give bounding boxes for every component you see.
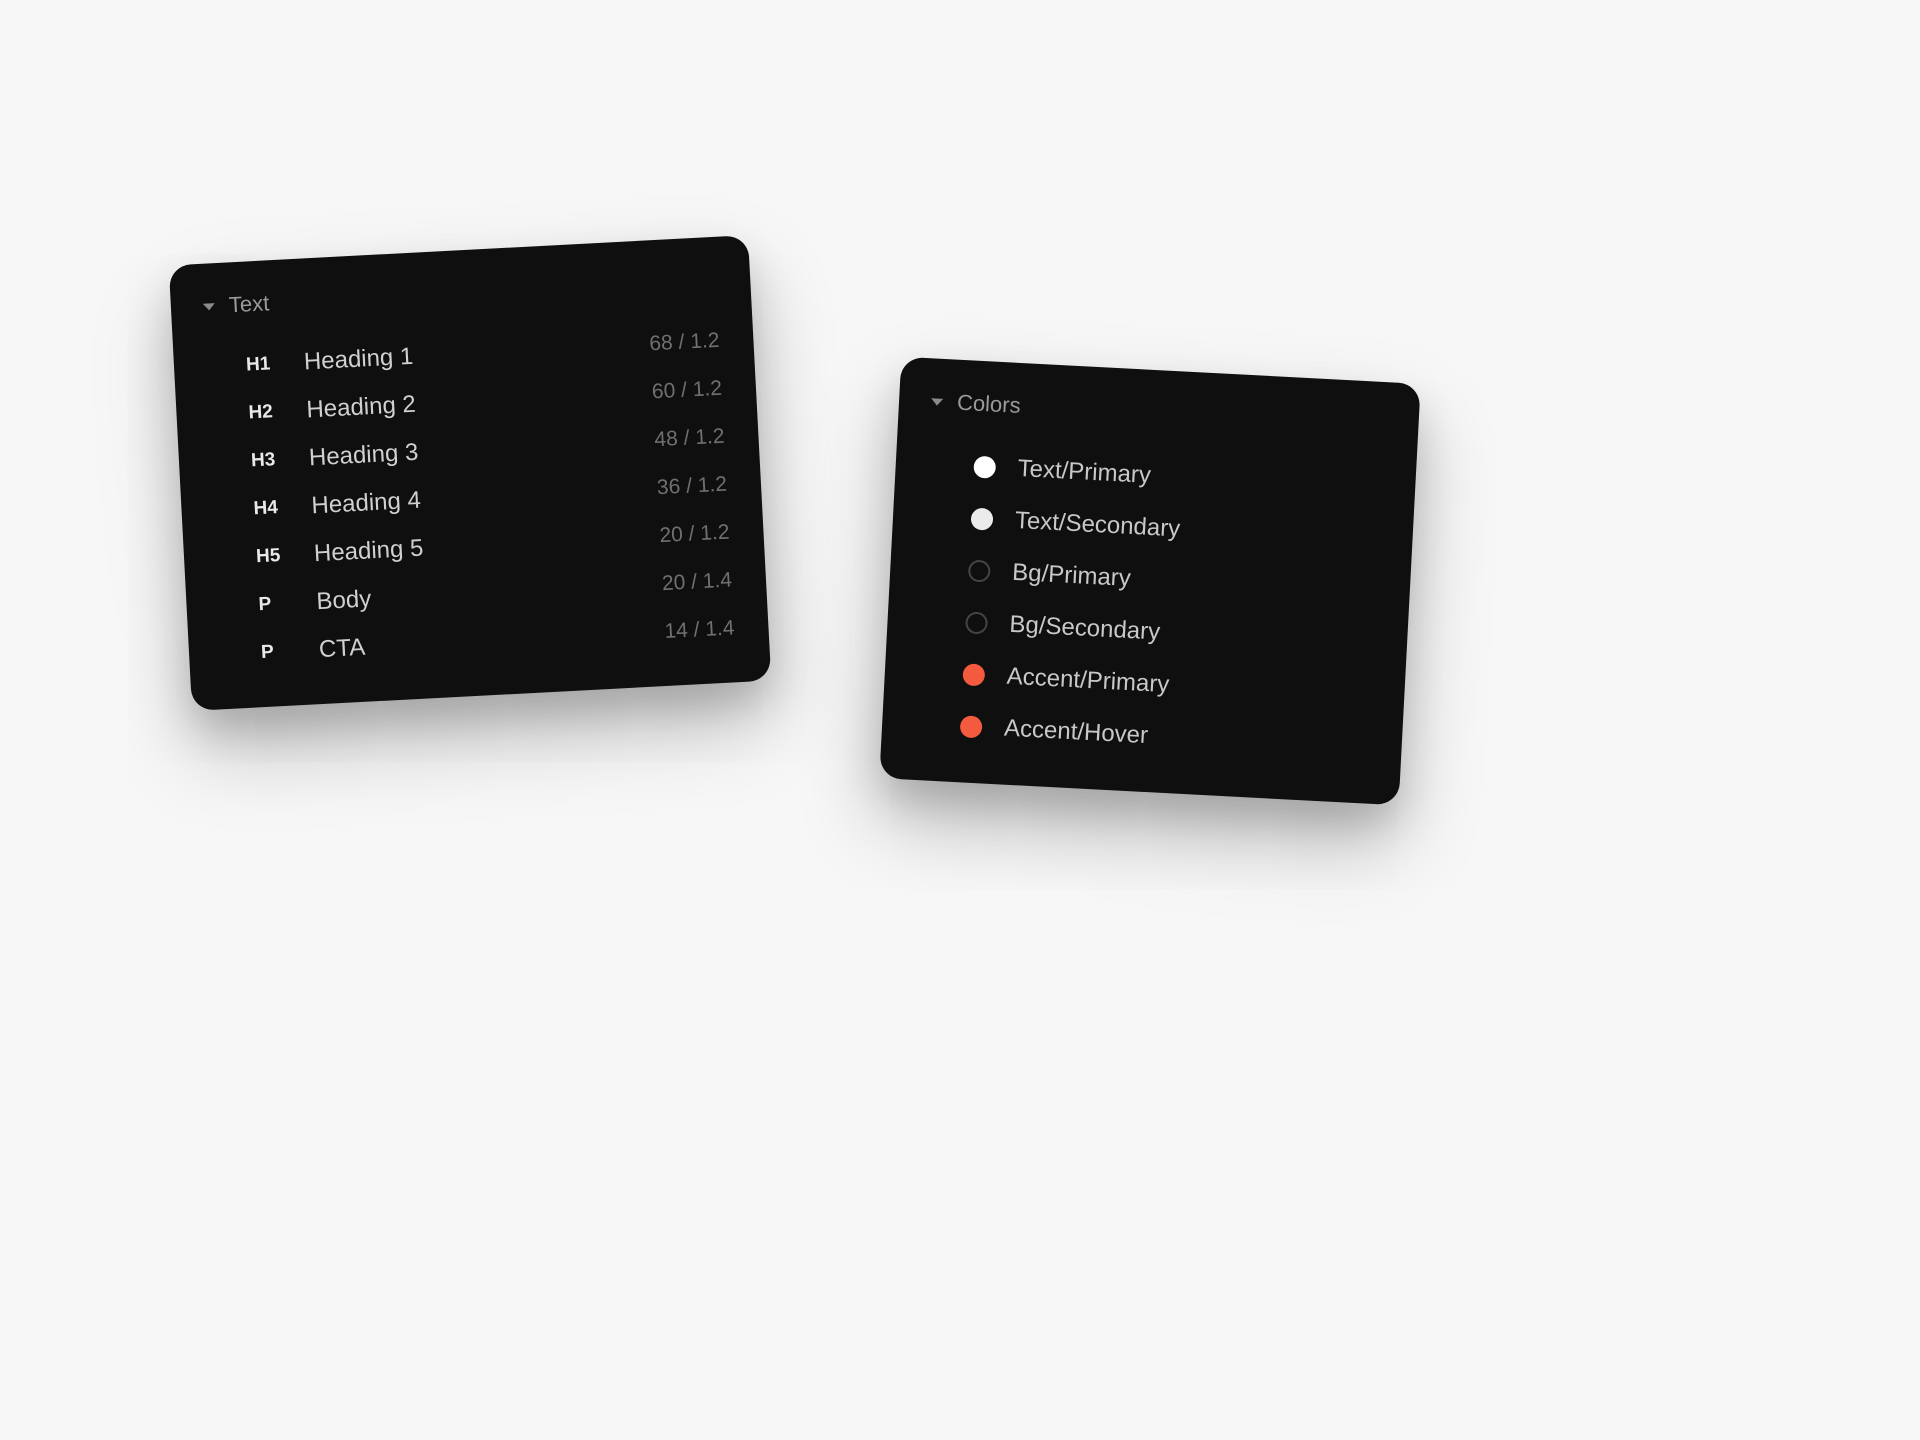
text-style-meta: 48 / 1.2	[654, 425, 725, 453]
text-style-tag: H4	[253, 497, 290, 521]
color-style-label: Bg/Secondary	[1009, 611, 1161, 647]
text-styles-panel: Text H1 Heading 1 68 / 1.2 H2 Heading 2 …	[169, 235, 772, 711]
text-style-tag: H5	[256, 544, 293, 568]
text-style-label: Heading 3	[308, 427, 633, 472]
text-style-meta: 68 / 1.2	[649, 329, 720, 357]
color-swatch-icon	[968, 559, 991, 582]
color-style-label: Accent/Hover	[1003, 715, 1148, 751]
chevron-down-icon	[203, 303, 215, 311]
text-style-tag: P	[261, 640, 298, 664]
color-swatch-icon	[973, 456, 996, 479]
text-style-meta: 60 / 1.2	[651, 377, 722, 405]
text-style-tag: P	[258, 592, 295, 616]
color-swatch-icon	[960, 715, 983, 738]
color-swatch-icon	[962, 663, 985, 686]
color-swatch-icon	[970, 508, 993, 531]
colors-panel-title: Colors	[956, 390, 1021, 419]
chevron-down-icon	[931, 398, 943, 406]
text-style-label: Heading 5	[313, 523, 638, 568]
color-style-label: Text/Primary	[1017, 455, 1152, 490]
text-style-label: Heading 2	[306, 380, 631, 425]
color-styles-panel: Colors Text/Primary Text/Secondary Bg/Pr…	[879, 357, 1420, 806]
text-panel-title: Text	[228, 290, 270, 318]
text-style-label: Heading 1	[303, 332, 628, 377]
text-style-label: Body	[316, 571, 641, 616]
color-style-label: Accent/Primary	[1006, 663, 1170, 699]
colors-panel-header[interactable]: Colors	[928, 388, 1385, 438]
text-style-tag: H3	[251, 449, 288, 473]
text-style-tag: H1	[245, 353, 282, 377]
text-style-meta: 14 / 1.4	[664, 616, 735, 644]
text-style-meta: 36 / 1.2	[656, 473, 727, 501]
text-panel-header[interactable]: Text	[200, 267, 717, 320]
text-style-label: Heading 4	[311, 475, 636, 520]
text-style-tag: H2	[248, 401, 285, 425]
color-style-label: Bg/Primary	[1012, 559, 1132, 593]
color-style-label: Text/Secondary	[1014, 507, 1181, 544]
text-style-meta: 20 / 1.4	[661, 568, 732, 596]
text-style-label: CTA	[318, 619, 643, 664]
color-swatch-icon	[965, 611, 988, 634]
text-style-meta: 20 / 1.2	[659, 521, 730, 549]
